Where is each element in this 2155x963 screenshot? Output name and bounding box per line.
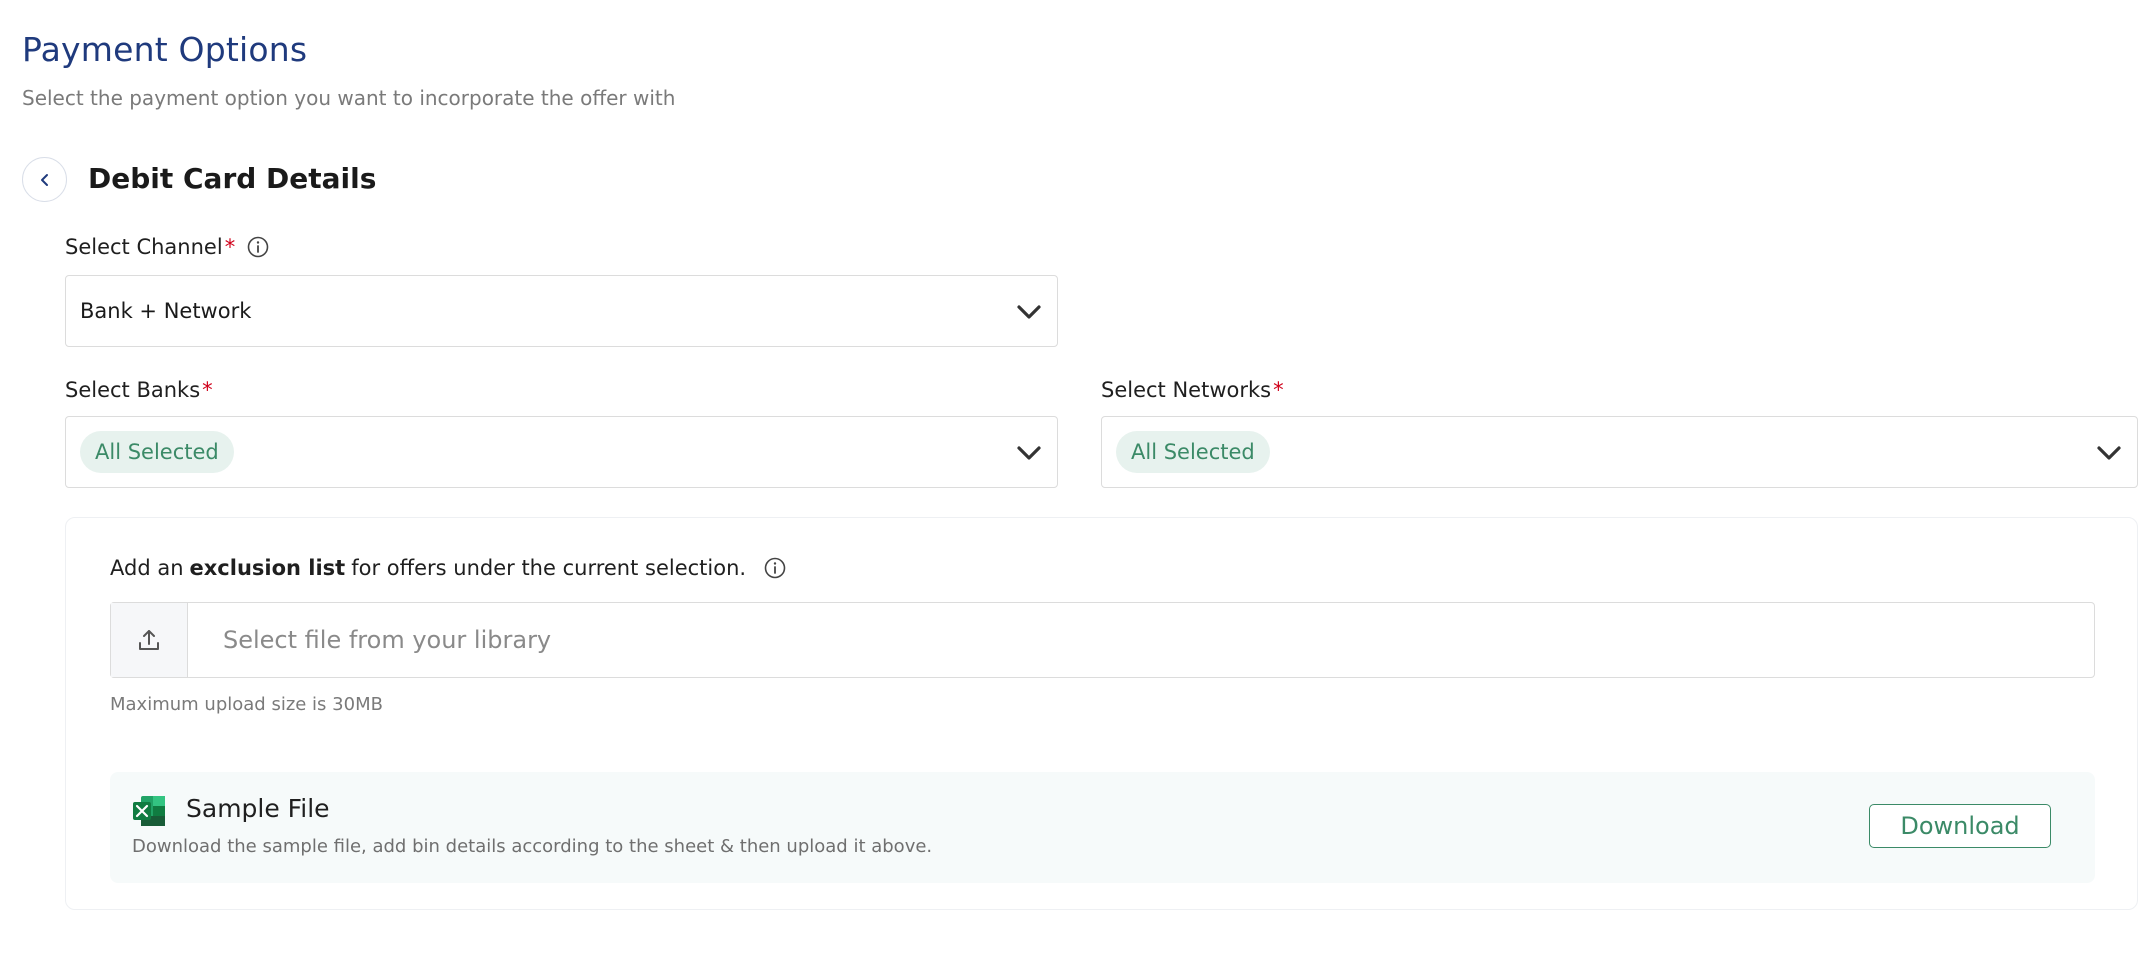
back-button[interactable] xyxy=(22,157,67,202)
page-title: Payment Options xyxy=(22,30,308,69)
upload-placeholder: Select file from your library xyxy=(223,626,552,654)
networks-select[interactable]: All Selected xyxy=(1101,416,2138,488)
excel-file-icon xyxy=(132,795,166,831)
networks-selected-chip: All Selected xyxy=(1116,431,1270,473)
sample-file-title: Sample File xyxy=(186,794,330,823)
networks-label: Select Networks * xyxy=(1101,378,1284,402)
chevron-down-icon xyxy=(1015,298,1043,330)
banks-label-text: Select Banks xyxy=(65,378,201,402)
channel-label: Select Channel * xyxy=(65,235,269,259)
channel-label-text: Select Channel xyxy=(65,235,223,259)
info-icon[interactable] xyxy=(247,236,269,258)
download-button[interactable]: Download xyxy=(1869,804,2051,848)
channel-select-value: Bank + Network xyxy=(80,299,252,323)
required-mark: * xyxy=(224,235,236,259)
banks-selected-chip: All Selected xyxy=(80,431,234,473)
payment-options-page: Payment Options Select the payment optio… xyxy=(0,0,2155,963)
exclusion-prefix: Add an xyxy=(110,556,184,580)
upload-button[interactable] xyxy=(111,603,188,677)
section-title: Debit Card Details xyxy=(88,162,377,195)
page-subtitle: Select the payment option you want to in… xyxy=(22,86,676,110)
exclusion-list-card: Add an exclusion list for offers under t… xyxy=(65,517,2138,910)
required-mark: * xyxy=(202,378,213,402)
channel-select[interactable]: Bank + Network xyxy=(65,275,1058,347)
networks-label-text: Select Networks xyxy=(1101,378,1272,402)
required-mark: * xyxy=(1273,378,1284,402)
banks-select[interactable]: All Selected xyxy=(65,416,1058,488)
upload-size-hint: Maximum upload size is 30MB xyxy=(110,694,383,715)
sample-file-panel: Sample File Download the sample file, ad… xyxy=(110,772,2095,883)
file-upload-input[interactable]: Select file from your library xyxy=(110,602,2095,678)
exclusion-suffix: for offers under the current selection. xyxy=(351,556,747,580)
upload-icon xyxy=(136,627,162,653)
chevron-left-icon xyxy=(37,172,53,188)
sample-file-description: Download the sample file, add bin detail… xyxy=(132,836,933,857)
exclusion-list-description: Add an exclusion list for offers under t… xyxy=(110,556,786,580)
exclusion-bold: exclusion list xyxy=(189,556,346,580)
chevron-down-icon xyxy=(1015,439,1043,471)
banks-label: Select Banks * xyxy=(65,378,213,402)
chevron-down-icon xyxy=(2095,439,2123,471)
info-icon[interactable] xyxy=(764,557,786,579)
